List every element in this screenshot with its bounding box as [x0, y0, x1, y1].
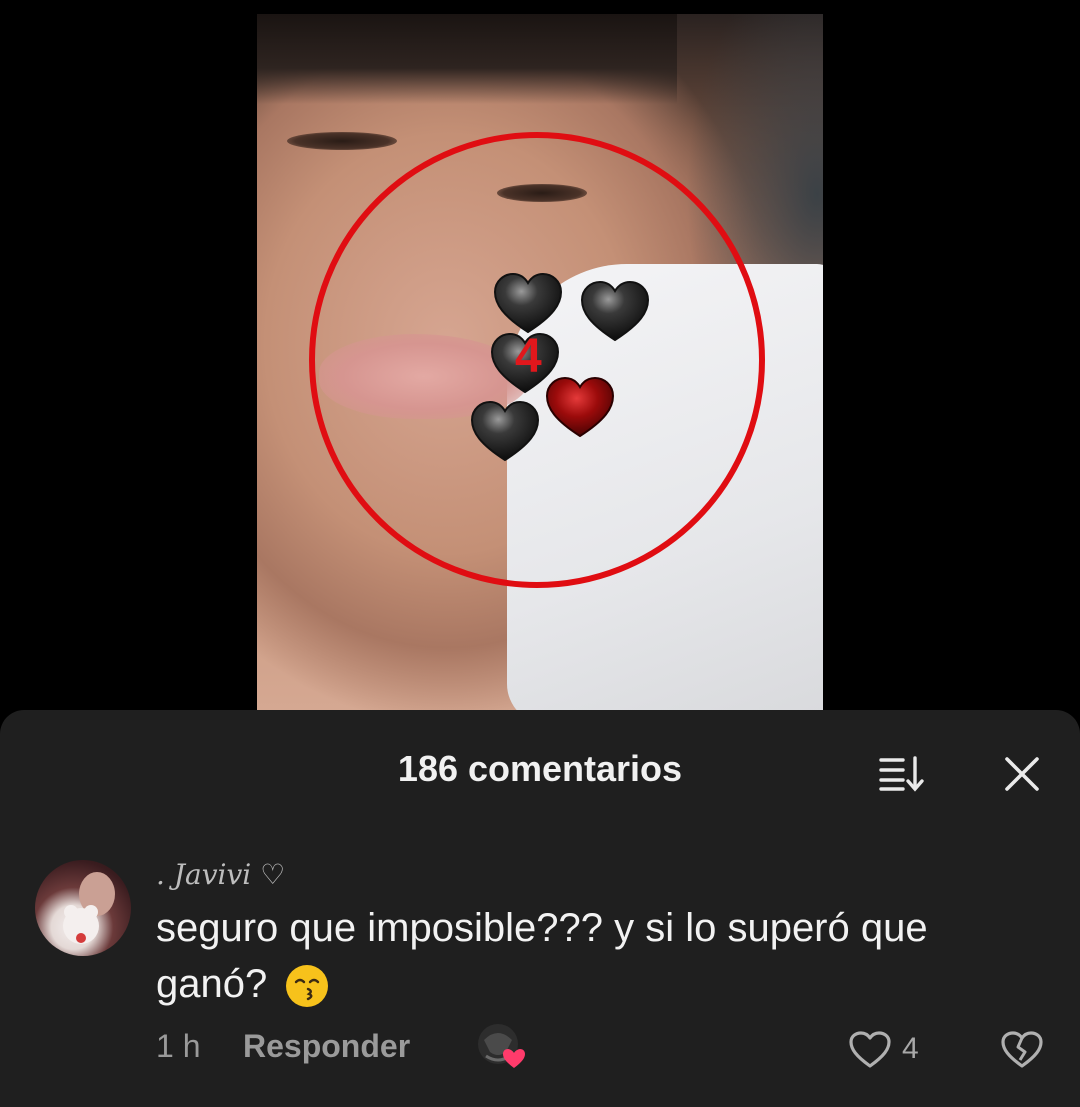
avatar[interactable]	[35, 860, 131, 956]
comments-sheet: 186 comentarios . Javivi ♡ seguro que im…	[0, 710, 1080, 1107]
close-icon[interactable]	[996, 748, 1048, 800]
comment-username[interactable]: . Javivi ♡	[156, 858, 285, 891]
comment-text: seguro que imposible??? y si lo superó q…	[156, 900, 1036, 1012]
dark-heart-icon	[493, 272, 563, 334]
dark-heart-icon	[580, 280, 650, 342]
heart-outline-icon[interactable]	[846, 1028, 894, 1072]
video-hair-region	[257, 14, 677, 104]
like-count: 4	[902, 1032, 919, 1065]
video-player[interactable]: 4	[257, 14, 823, 710]
comment-time: 1 h	[156, 1028, 201, 1064]
heart-counter: 4	[515, 330, 542, 383]
dark-heart-icon	[470, 400, 540, 462]
red-heart-icon	[545, 376, 615, 438]
sort-descending-icon[interactable]	[872, 750, 928, 794]
broken-heart-icon[interactable]	[998, 1028, 1046, 1072]
comment-text-body: seguro que imposible??? y si lo superó q…	[156, 906, 928, 1006]
creator-liked-avatar	[478, 1024, 525, 1068]
kissing-face-emoji	[286, 965, 329, 1008]
video-eye-left	[287, 132, 397, 150]
reply-button[interactable]: Responder	[243, 1028, 410, 1065]
